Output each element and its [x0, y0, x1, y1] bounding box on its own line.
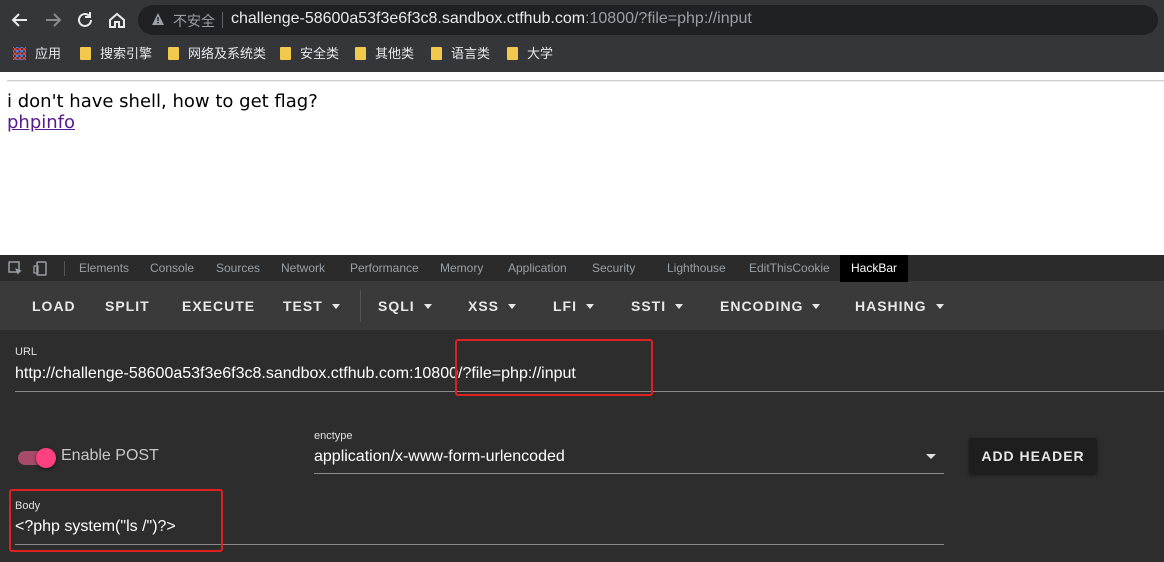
inspect-element-icon[interactable] [8, 261, 23, 276]
reload-button[interactable] [74, 9, 96, 31]
devtools-tabbar: Elements Console Sources Network Perform… [0, 255, 1164, 282]
toolbar-divider [360, 290, 361, 322]
split-button[interactable]: SPLIT [105, 282, 150, 330]
arrow-left-icon [11, 13, 27, 27]
omnibox-divider [222, 12, 223, 28]
encoding-label: ENCODING [720, 298, 804, 314]
folder-icon [431, 47, 442, 60]
highlight-box-body [9, 489, 223, 552]
browser-chrome: 不安全 challenge-58600a53f3e6f3c8.sandbox.c… [0, 0, 1164, 72]
sqli-label: SQLI [378, 298, 415, 314]
tab-console[interactable]: Console [150, 255, 194, 282]
home-button[interactable] [106, 9, 128, 31]
caret-down-icon [935, 304, 944, 309]
device-toolbar-icon[interactable] [33, 261, 48, 276]
hackbar-panel: URL http://challenge-58600a53f3e6f3c8.sa… [0, 330, 1164, 562]
omnibox[interactable]: 不安全 challenge-58600a53f3e6f3c8.sandbox.c… [138, 5, 1158, 35]
enable-post-label: Enable POST [61, 447, 159, 464]
execute-button[interactable]: EXECUTE [182, 282, 255, 330]
reload-icon [78, 12, 92, 27]
tab-performance[interactable]: Performance [350, 255, 419, 282]
home-icon [109, 12, 125, 28]
folder-icon [507, 47, 518, 60]
bookmark-label: 应用 [35, 46, 62, 61]
ssti-menu[interactable]: SSTI [631, 282, 684, 330]
back-button[interactable] [9, 9, 31, 31]
enctype-select[interactable]: application/x-www-form-urlencoded [314, 448, 565, 466]
lfi-label: LFI [553, 298, 577, 314]
tab-lighthouse[interactable]: Lighthouse [667, 255, 726, 282]
xss-menu[interactable]: XSS [468, 282, 517, 330]
folder-icon [280, 47, 291, 60]
enable-post-toggle[interactable] [16, 448, 56, 468]
forward-button[interactable] [42, 9, 64, 31]
sqli-menu[interactable]: SQLI [378, 282, 432, 330]
caret-down-icon [331, 304, 340, 309]
address-bar-row: 不安全 challenge-58600a53f3e6f3c8.sandbox.c… [0, 0, 1164, 40]
warning-icon [152, 13, 164, 25]
lfi-menu[interactable]: LFI [553, 282, 594, 330]
ssti-label: SSTI [631, 298, 667, 314]
url-field-label: URL [15, 346, 38, 358]
caret-down-icon [675, 304, 684, 309]
encoding-menu[interactable]: ENCODING [720, 282, 821, 330]
folder-icon [168, 47, 179, 60]
highlight-box-url [455, 339, 653, 396]
add-header-button[interactable]: ADD HEADER [969, 438, 1097, 474]
bookmark-label: 语言类 [451, 46, 491, 61]
tab-elements[interactable]: Elements [79, 255, 129, 282]
page-viewport: i don't have shell, how to get flag? php… [0, 72, 1164, 255]
tab-sources[interactable]: Sources [216, 255, 260, 282]
bookmark-label: 其他类 [375, 46, 415, 61]
test-menu[interactable]: TEST [283, 282, 340, 330]
hashing-menu[interactable]: HASHING [855, 282, 944, 330]
tab-hackbar[interactable]: HackBar [840, 255, 909, 282]
security-status[interactable]: 不安全 [173, 11, 215, 31]
dropdown-arrow-icon[interactable] [926, 454, 936, 459]
hackbar-toolbar: LOAD SPLIT EXECUTE TEST SQLI XSS LFI SST… [0, 282, 1164, 330]
toggle-knob [36, 448, 56, 468]
bookmark-folder-other[interactable]: 其他类 [355, 45, 414, 63]
devtools-divider [64, 261, 65, 276]
folder-icon [355, 47, 366, 60]
test-label: TEST [283, 298, 323, 314]
folder-icon [80, 47, 91, 60]
bookmark-label: 安全类 [300, 46, 340, 61]
tab-memory[interactable]: Memory [440, 255, 483, 282]
horizontal-rule [7, 80, 1164, 82]
phpinfo-link[interactable]: phpinfo [7, 112, 75, 133]
bookmark-folder-network[interactable]: 网络及系统类 [168, 45, 266, 63]
bookmarks-bar: 应用 搜索引擎 网络及系统类 安全类 其他类 语言类 大学 [0, 40, 1164, 68]
bookmark-label: 网络及系统类 [188, 46, 267, 61]
xss-label: XSS [468, 298, 500, 314]
caret-down-icon [423, 304, 432, 309]
caret-down-icon [508, 304, 517, 309]
hashing-label: HASHING [855, 298, 927, 314]
bookmark-apps[interactable]: 应用 [13, 45, 61, 63]
bookmark-label: 大学 [527, 46, 554, 61]
tab-network[interactable]: Network [281, 255, 325, 282]
url-port-path: :10800/?file=php://input [585, 10, 752, 27]
bookmark-folder-security[interactable]: 安全类 [280, 45, 339, 63]
apps-grid-icon [13, 47, 26, 60]
bookmark-folder-language[interactable]: 语言类 [431, 45, 490, 63]
arrow-right-icon [46, 13, 62, 27]
page-message: i don't have shell, how to get flag? [7, 91, 318, 112]
enctype-label: enctype [314, 430, 353, 442]
bookmark-folder-university[interactable]: 大学 [507, 45, 553, 63]
address-url[interactable]: challenge-58600a53f3e6f3c8.sandbox.ctfhu… [231, 10, 752, 28]
load-button[interactable]: LOAD [32, 282, 76, 330]
bookmark-folder-search[interactable]: 搜索引擎 [80, 45, 152, 63]
caret-down-icon [812, 304, 821, 309]
caret-down-icon [586, 304, 594, 309]
url-host: challenge-58600a53f3e6f3c8.sandbox.ctfhu… [231, 10, 586, 27]
tab-security[interactable]: Security [592, 255, 635, 282]
tab-editthiscookie[interactable]: EditThisCookie [749, 255, 830, 282]
tab-application[interactable]: Application [508, 255, 567, 282]
bookmark-label: 搜索引擎 [100, 46, 153, 61]
enctype-underline [314, 473, 944, 474]
